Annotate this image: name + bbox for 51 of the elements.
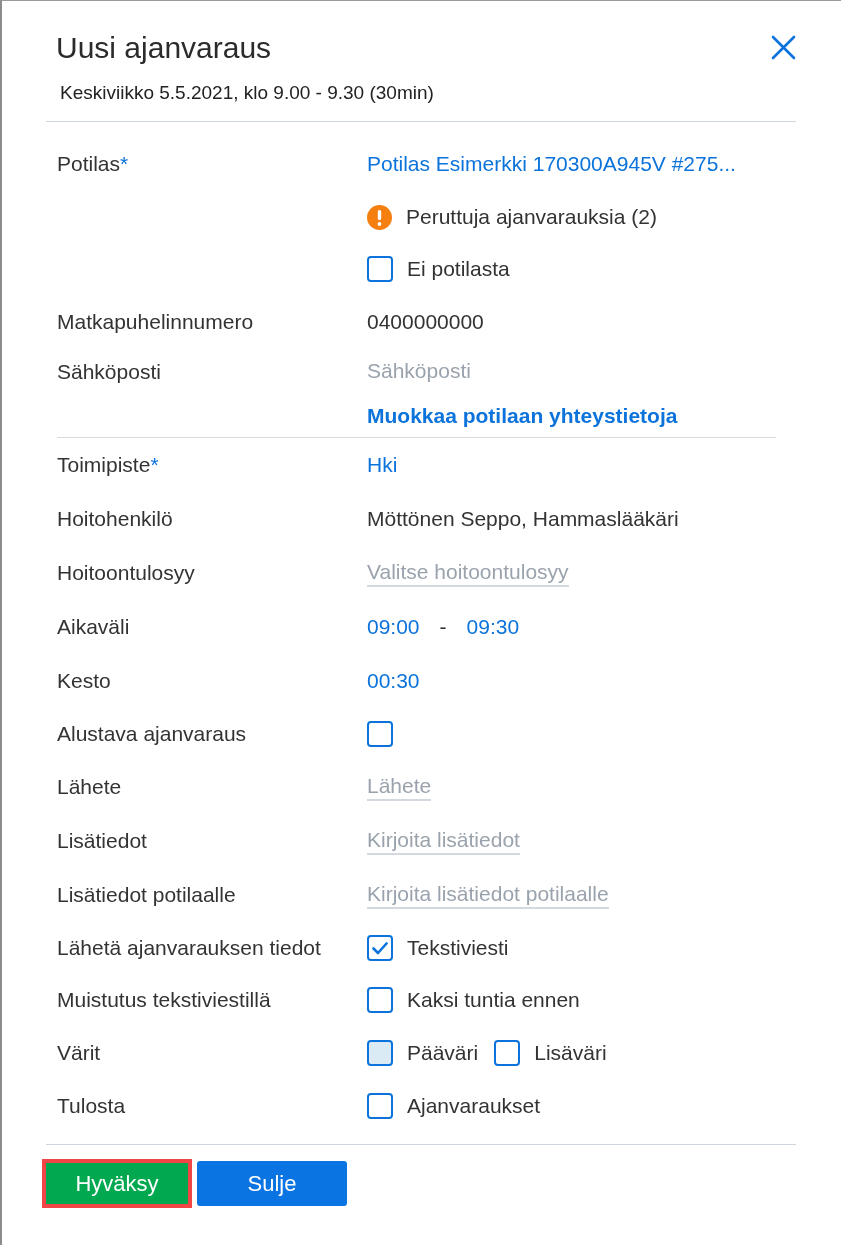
field-label: Lähetä ajanvarauksen tiedot xyxy=(57,936,321,960)
accept-button[interactable]: Hyväksy xyxy=(42,1159,192,1208)
value-text: Möttönen Seppo, Hammaslääkäri xyxy=(367,507,679,531)
field-label: Lisätiedot xyxy=(57,829,147,853)
input-field[interactable]: Kirjoita lisätiedot xyxy=(367,827,520,855)
field-label: Tulosta xyxy=(57,1094,126,1118)
field-label: Toimipiste* xyxy=(57,453,159,477)
value-link[interactable]: Hki xyxy=(367,453,398,477)
input-field[interactable]: Valitse hoitoontulosyy xyxy=(367,559,569,587)
edit-link[interactable]: Muokkaa potilaan yhteystietoja xyxy=(367,404,678,428)
dismiss-button[interactable]: Sulje xyxy=(197,1161,347,1206)
swatch-label[interactable]: Pääväri xyxy=(407,1041,479,1065)
field-label: Kesto xyxy=(57,669,111,693)
field-label: Lisätiedot potilaalle xyxy=(57,883,236,907)
dialog-title: Uusi ajanvaraus xyxy=(56,30,272,66)
close-icon[interactable] xyxy=(771,35,796,60)
input-field[interactable]: Lähete xyxy=(367,773,432,801)
checkbox-label[interactable]: Ajanvaraukset xyxy=(407,1094,541,1118)
input-field[interactable]: Kirjoita lisätiedot potilaalle xyxy=(367,881,609,909)
value-link[interactable]: 00:30 xyxy=(367,669,420,693)
warning-text: Peruttuja ajanvarauksia (2) xyxy=(406,205,657,229)
field-label: Hoitohenkilö xyxy=(57,507,173,531)
check-icon xyxy=(372,941,388,955)
checkbox[interactable] xyxy=(367,935,393,961)
time-separator: - xyxy=(438,615,448,639)
checkbox-label[interactable]: Ei potilasta xyxy=(407,257,510,281)
field-label: Aikaväli xyxy=(57,615,130,639)
dialog-subtitle: Keskiviikko 5.5.2021, klo 9.00 - 9.30 (30min) xyxy=(59,81,434,105)
field-label: Hoitoontulosyy xyxy=(57,561,195,585)
field-label: Lähete xyxy=(57,775,122,799)
field-label: Alustava ajanvaraus xyxy=(57,722,247,746)
checkbox-label[interactable]: Kaksi tuntia ennen xyxy=(407,988,580,1012)
checkbox[interactable] xyxy=(367,1093,393,1119)
field-label: Muistutus tekstiviestillä xyxy=(57,988,271,1012)
time-link[interactable]: 09:00 xyxy=(367,615,420,639)
warning-icon xyxy=(367,204,392,230)
swatch-label[interactable]: Lisäväri xyxy=(534,1041,607,1065)
field-label: Matkapuhelinnumero xyxy=(57,310,254,334)
time-link[interactable]: 09:30 xyxy=(466,615,520,639)
field-label: Potilas* xyxy=(57,152,129,176)
checkbox[interactable] xyxy=(367,987,393,1013)
checkbox[interactable] xyxy=(367,256,393,282)
value-link[interactable]: Potilas Esimerkki 170300A945V #275... xyxy=(367,152,736,176)
input-field[interactable]: Sähköposti xyxy=(367,358,471,386)
color-swatch[interactable] xyxy=(367,1040,393,1066)
field-label: Värit xyxy=(57,1041,101,1065)
checkbox-label[interactable]: Tekstiviesti xyxy=(407,936,509,960)
field-label: Sähköposti xyxy=(57,360,161,384)
value-text: 0400000000 xyxy=(367,310,484,334)
checkbox[interactable] xyxy=(367,721,393,747)
color-swatch[interactable] xyxy=(494,1040,521,1066)
